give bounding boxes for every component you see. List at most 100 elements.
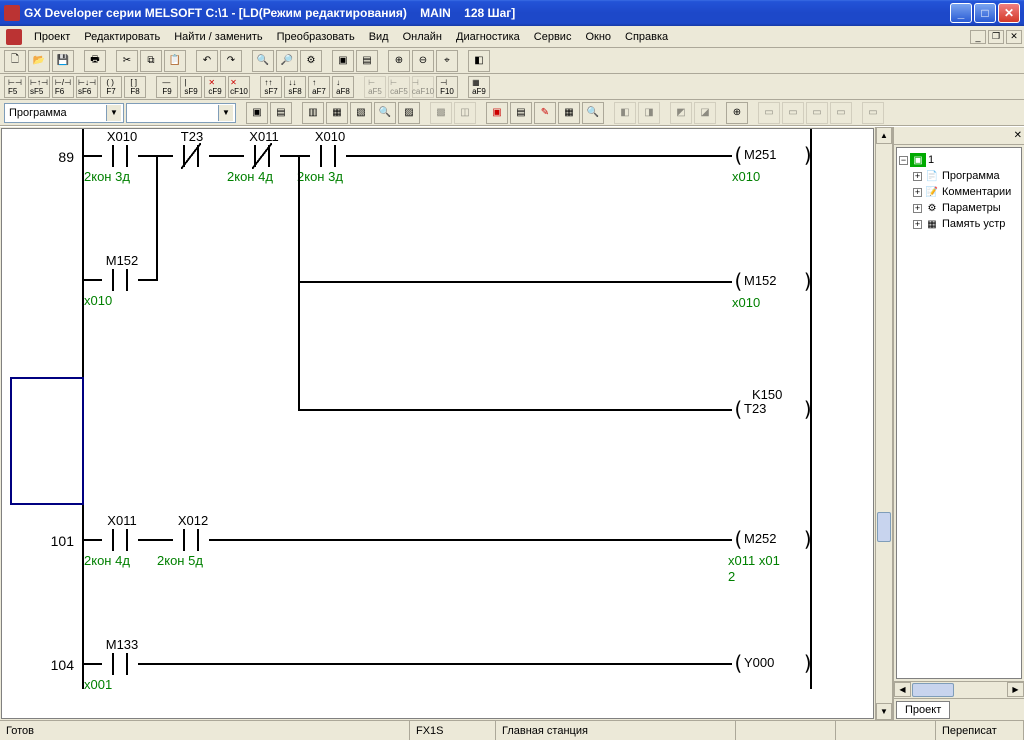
contact-nc[interactable] <box>173 145 209 167</box>
mdi-sys-icon[interactable] <box>6 29 22 45</box>
view-7-button[interactable]: ▨ <box>398 102 420 124</box>
contact-nc-button[interactable]: ⊢/⊣F6 <box>52 76 74 98</box>
menu-find[interactable]: Найти / заменить <box>168 29 268 45</box>
app-instr-button[interactable]: [ ]F8 <box>124 76 146 98</box>
zoom-fit-button[interactable]: ⌖ <box>436 50 458 72</box>
disabled-3-button: ⊣caF10 <box>412 76 434 98</box>
del-hline-button[interactable]: ✕cF9 <box>204 76 226 98</box>
view-4-button[interactable]: ▦ <box>326 102 348 124</box>
new-button[interactable]: 🗋 <box>4 50 26 72</box>
maximize-button[interactable]: □ <box>974 3 996 23</box>
selection-cursor <box>10 377 84 505</box>
f10-button[interactable]: ⊣F10 <box>436 76 458 98</box>
status-empty2 <box>836 721 936 740</box>
status-overwrite: Переписат <box>936 721 1024 740</box>
tree-item-comments[interactable]: +📝 Комментарии <box>899 184 1019 200</box>
menu-edit[interactable]: Редактировать <box>78 29 166 45</box>
menu-window[interactable]: Окно <box>579 29 617 45</box>
program-type-combo[interactable]: Программа ▼ <box>4 103 124 123</box>
ladder-editor[interactable]: 89 X010 2кон 3д T23 X011 2кон 4д X010 2к… <box>1 128 874 719</box>
find-instruction-button[interactable]: ⚙ <box>300 50 322 72</box>
scroll-left-button[interactable]: ◀ <box>894 682 911 697</box>
hscroll-thumb[interactable] <box>912 683 954 697</box>
copy-button[interactable]: ⧉ <box>140 50 162 72</box>
menu-help[interactable]: Справка <box>619 29 674 45</box>
contact-no-button[interactable]: ⊢⊣F5 <box>4 76 26 98</box>
tree-item-params[interactable]: +⚙ Параметры <box>899 200 1019 216</box>
monitor-5-button[interactable]: 🔍 <box>582 102 604 124</box>
del-vline-button[interactable]: ✕cF10 <box>228 76 250 98</box>
opt-1-button: ◧ <box>614 102 636 124</box>
tree-root[interactable]: −▣ 1 <box>899 152 1019 168</box>
rising-button[interactable]: ↑↑sF7 <box>260 76 282 98</box>
tab-project[interactable]: Проект <box>896 701 950 719</box>
monitor-3-button[interactable]: ✎ <box>534 102 556 124</box>
open-button[interactable]: 📂 <box>28 50 50 72</box>
panel-hscroll[interactable]: ◀ ▶ <box>894 681 1024 698</box>
project-tree[interactable]: −▣ 1 +📄 Программа +📝 Комментарии +⚙ Пара… <box>896 147 1022 679</box>
view-1-button[interactable]: ▣ <box>246 102 268 124</box>
tool-a-button[interactable]: ▣ <box>332 50 354 72</box>
status-plc: FX1S <box>410 721 496 740</box>
view-6-button[interactable]: 🔍 <box>374 102 396 124</box>
undo-button[interactable]: ↶ <box>196 50 218 72</box>
menu-diagnostics[interactable]: Диагностика <box>450 29 526 45</box>
panel-close-icon[interactable]: ✕ <box>1014 130 1022 141</box>
menu-view[interactable]: Вид <box>363 29 395 45</box>
dropdown-icon: ▼ <box>218 105 233 121</box>
opt-5-button[interactable]: ⊕ <box>726 102 748 124</box>
redo-button[interactable]: ↷ <box>220 50 242 72</box>
cut-button[interactable]: ✂ <box>116 50 138 72</box>
scroll-down-button[interactable]: ▼ <box>876 703 892 720</box>
view-3-button[interactable]: ▥ <box>302 102 324 124</box>
vline-button[interactable]: |sF9 <box>180 76 202 98</box>
monitor-2-button[interactable]: ▤ <box>510 102 532 124</box>
monitor-4-button[interactable]: ▦ <box>558 102 580 124</box>
paste-button[interactable]: 📋 <box>164 50 186 72</box>
contact-nc-p-button[interactable]: ⊢↓⊣sF6 <box>76 76 98 98</box>
coil-button[interactable]: ( )F7 <box>100 76 122 98</box>
contact-no[interactable] <box>102 529 138 551</box>
save-button[interactable]: 💾 <box>52 50 74 72</box>
falling-a-button[interactable]: ↓aF8 <box>332 76 354 98</box>
opt-9-button: ▭ <box>830 102 852 124</box>
contact-no-p-button[interactable]: ⊢↑⊣sF5 <box>28 76 50 98</box>
rising-a-button[interactable]: ↑aF7 <box>308 76 330 98</box>
scroll-right-button[interactable]: ▶ <box>1007 682 1024 697</box>
find-device-button[interactable]: 🔎 <box>276 50 298 72</box>
falling-button[interactable]: ↓↓sF8 <box>284 76 306 98</box>
program-name-combo[interactable]: ▼ <box>126 103 236 123</box>
contact-no[interactable] <box>173 529 209 551</box>
scroll-thumb[interactable] <box>877 512 891 542</box>
tool-c-button[interactable]: ◧ <box>468 50 490 72</box>
zoom-in-button[interactable]: ⊕ <box>388 50 410 72</box>
tool-b-button[interactable]: ▤ <box>356 50 378 72</box>
minimize-button[interactable]: _ <box>950 3 972 23</box>
zoom-out-button[interactable]: ⊖ <box>412 50 434 72</box>
contact-no[interactable] <box>102 269 138 291</box>
menu-convert[interactable]: Преобразовать <box>271 29 361 45</box>
menu-project[interactable]: Проект <box>28 29 76 45</box>
contact-nc[interactable] <box>244 145 280 167</box>
menu-online[interactable]: Онлайн <box>397 29 448 45</box>
monitor-1-button[interactable]: ▣ <box>486 102 508 124</box>
tree-item-program[interactable]: +📄 Программа <box>899 168 1019 184</box>
view-5-button[interactable]: ▧ <box>350 102 372 124</box>
contact-no[interactable] <box>102 145 138 167</box>
mdi-close-button[interactable]: ✕ <box>1006 30 1022 44</box>
print-button[interactable]: 🖶 <box>84 50 106 72</box>
tree-item-memory[interactable]: +▦ Память устр <box>899 216 1019 232</box>
opt-8-button: ▭ <box>806 102 828 124</box>
contact-no[interactable] <box>102 653 138 675</box>
menu-service[interactable]: Сервис <box>528 29 578 45</box>
close-button[interactable]: ✕ <box>998 3 1020 23</box>
contact-no[interactable] <box>310 145 346 167</box>
find-button[interactable]: 🔍 <box>252 50 274 72</box>
view-2-button[interactable]: ▤ <box>270 102 292 124</box>
scroll-up-button[interactable]: ▲ <box>876 127 892 144</box>
mdi-minimize-button[interactable]: _ <box>970 30 986 44</box>
ladder-vscroll[interactable]: ▲ ▼ <box>875 127 892 720</box>
hline-button[interactable]: —F9 <box>156 76 178 98</box>
af9-button[interactable]: ▦aF9 <box>468 76 490 98</box>
mdi-restore-button[interactable]: ❐ <box>988 30 1004 44</box>
